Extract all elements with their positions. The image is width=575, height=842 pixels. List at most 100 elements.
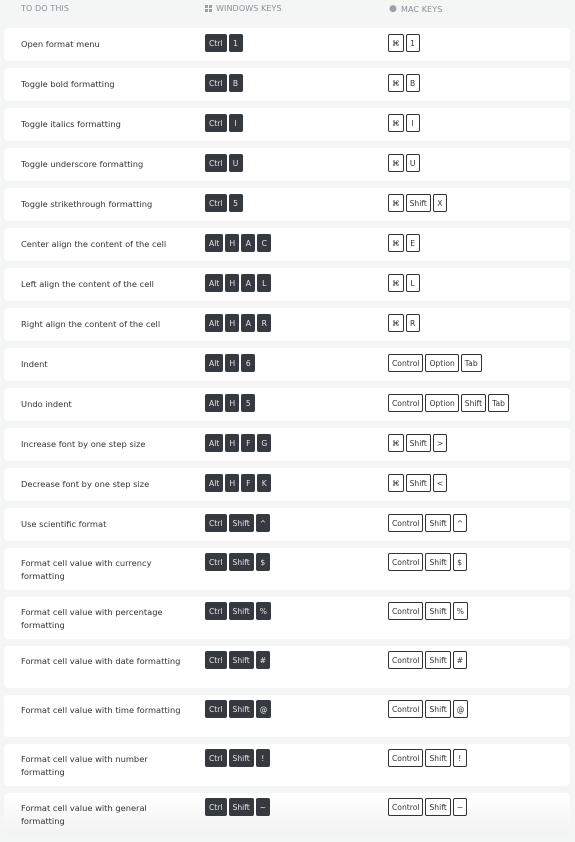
mac-key: Shift	[425, 553, 451, 571]
mac-keys: ⌘ E	[388, 234, 420, 252]
shortcut-row: Increase font by one step size Alt H F G ⌘ Shi…	[4, 428, 570, 461]
mac-key: Control	[388, 354, 424, 372]
mac-key: Control	[388, 700, 424, 718]
mac-keys: ⌘ Shift X	[388, 194, 447, 212]
windows-keys: Ctrl Shift ^	[205, 514, 271, 532]
shortcut-action: Toggle italics formatting	[21, 119, 121, 129]
mac-keys: Control Shift @	[388, 700, 469, 718]
shortcut-row: Indent Alt H 6 Control Option Tab	[4, 348, 570, 381]
mac-key: ^	[452, 514, 468, 532]
mac-key: Control	[388, 514, 424, 532]
mac-key: L	[405, 274, 420, 292]
shortcut-action: Format cell value with general formattin…	[21, 803, 147, 826]
windows-key: Shift	[228, 602, 254, 620]
shortcut-action: Format cell value with percentage format…	[21, 607, 163, 630]
mac-key: Option	[425, 354, 459, 372]
mac-key: Tab	[460, 354, 482, 372]
windows-key: H	[225, 354, 240, 372]
windows-key: F	[241, 434, 256, 452]
mac-key: Control	[388, 602, 424, 620]
mac-key: X	[432, 194, 447, 212]
windows-key: Ctrl	[205, 34, 227, 52]
windows-key: R	[257, 314, 272, 332]
mac-key: 1	[405, 34, 420, 52]
column-header-windows: WINDOWS KEYS	[205, 4, 282, 13]
mac-key: Shift	[425, 749, 451, 767]
mac-key: I	[405, 114, 420, 132]
shortcut-action: Toggle bold formatting	[21, 79, 115, 89]
mac-key: Control	[388, 798, 424, 816]
windows-key: A	[241, 234, 256, 252]
windows-key: Ctrl	[205, 74, 227, 92]
shortcut-action: Toggle underscore formatting	[21, 159, 144, 169]
windows-key: Shift	[228, 651, 254, 669]
shortcut-row: Format cell value with currency formatti…	[4, 548, 570, 590]
shortcut-action: Center align the content of the cell	[21, 239, 167, 249]
windows-key: Ctrl	[205, 553, 227, 571]
mac-key: Shift	[425, 700, 451, 718]
shortcut-action: Format cell value with number formatting	[21, 754, 148, 777]
windows-key: Ctrl	[205, 602, 227, 620]
mac-key: ⌘	[388, 234, 404, 252]
mac-keys: ⌘ 1	[388, 34, 420, 52]
windows-key: Ctrl	[205, 514, 227, 532]
mac-keys: ⌘ R	[388, 314, 420, 332]
windows-keys: Ctrl Shift%	[205, 602, 271, 620]
mac-keys: Control Shift #	[388, 651, 468, 669]
shortcut-action: Format cell value with currency formatti…	[21, 558, 152, 581]
mac-key: Shift	[425, 651, 451, 669]
shortcut-row: Format cell value with general formattin…	[4, 793, 570, 835]
mac-keys: Control Shift!	[388, 749, 467, 767]
windows-key: Alt	[205, 274, 224, 292]
mac-key: !	[452, 749, 467, 767]
windows-key: A	[241, 274, 256, 292]
mac-key: ⌘	[388, 274, 404, 292]
shortcut-action: Undo indent	[21, 399, 72, 409]
mac-key: U	[405, 154, 420, 172]
mac-key: ⌘	[388, 74, 404, 92]
windows-key: H	[225, 394, 240, 412]
windows-keys: Alt H A R	[205, 314, 272, 332]
mac-key: ⌘	[388, 114, 404, 132]
mac-keys: ⌘ L	[388, 274, 420, 292]
windows-keys: Alt H 6	[205, 354, 256, 372]
column-header-action: TO DO THIS	[21, 4, 69, 13]
windows-key: $	[255, 553, 270, 571]
shortcut-row: Toggle underscore formatting Ctrl U ⌘ U	[4, 148, 570, 181]
column-header-windows-label: WINDOWS KEYS	[216, 4, 282, 13]
shortcut-action: Left align the content of the cell	[21, 279, 154, 289]
windows-key: G	[257, 434, 272, 452]
windows-key: Ctrl	[205, 114, 227, 132]
windows-keys: Ctrl Shift!	[205, 749, 270, 767]
windows-key: 6	[241, 354, 256, 372]
windows-key: !	[255, 749, 270, 767]
mac-keys: ⌘ Shift >	[388, 434, 448, 452]
windows-key: Ctrl	[205, 798, 227, 816]
mac-key: ~	[452, 798, 468, 816]
windows-key: Alt	[205, 234, 224, 252]
apple-logo-icon: ●	[389, 4, 397, 14]
mac-key: Control	[388, 394, 424, 412]
shortcut-action: Decrease font by one step size	[21, 479, 150, 489]
windows-key: #	[255, 651, 271, 669]
windows-key: 1	[228, 34, 243, 52]
mac-key: Control	[388, 651, 424, 669]
mac-keys: ⌘ I	[388, 114, 420, 132]
windows-key: H	[225, 234, 240, 252]
column-header-mac: ● MAC KEYS	[389, 4, 442, 14]
windows-keys: Alt H F K	[205, 474, 272, 492]
windows-key: F	[241, 474, 256, 492]
shortcut-action: Toggle strikethrough formatting	[21, 199, 153, 209]
table-header: TO DO THIS WINDOWS KEYS ● MAC KEYS	[0, 0, 575, 20]
windows-keys: Ctrl 1	[205, 34, 243, 52]
windows-keys: Ctrl Shift $	[205, 553, 270, 571]
shortcut-action: Format cell value with time formatting	[21, 705, 181, 715]
mac-keys: Control Shift ~	[388, 798, 468, 816]
shortcut-row: Decrease font by one step size Alt H F K ⌘ Shi…	[4, 468, 570, 501]
shortcut-action: Increase font by one step size	[21, 439, 146, 449]
windows-key: Shift	[228, 514, 254, 532]
mac-key: ⌘	[388, 314, 404, 332]
shortcut-row: Toggle bold formatting Ctrl B ⌘ B	[4, 68, 570, 101]
mac-key: Control	[388, 553, 424, 571]
windows-key: Ctrl	[205, 651, 227, 669]
